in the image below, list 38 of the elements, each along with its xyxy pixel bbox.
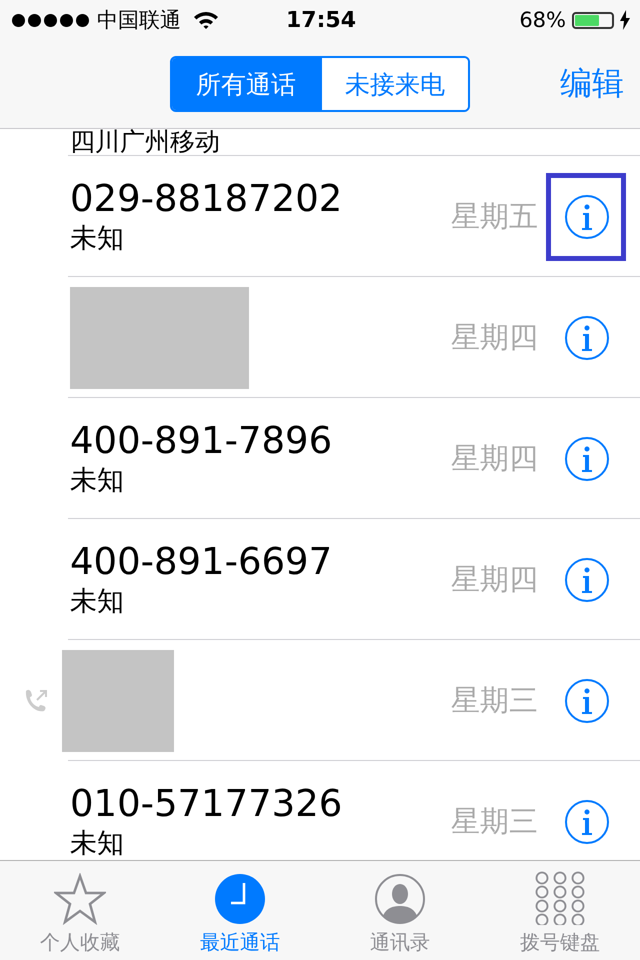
info-icon[interactable] [564, 678, 610, 724]
call-day: 星期三 [451, 680, 538, 720]
edit-button[interactable]: 编辑 [560, 62, 624, 106]
star-icon [54, 873, 106, 925]
person-icon [374, 873, 426, 925]
battery-icon [572, 12, 614, 28]
caller-location: 未知 [70, 584, 125, 618]
tab-bar-item[interactable]: 最近通话 [160, 861, 320, 960]
call-day: 星期四 [451, 438, 538, 478]
signal-icon [12, 14, 89, 26]
caller-location: 未知 [70, 464, 125, 498]
phone-number: 010-57177326 [70, 782, 344, 826]
phone-number: 400-891-7896 [70, 418, 334, 462]
call-day: 星期四 [451, 560, 538, 600]
keypad-icon [534, 871, 586, 925]
info-icon[interactable] [564, 556, 610, 602]
tab-bar-item[interactable]: 拨号键盘 [480, 861, 640, 960]
caller-location: 四川广州移动 [70, 129, 221, 155]
info-icon[interactable] [564, 436, 610, 482]
tab-bar-item[interactable]: 通讯录 [320, 861, 480, 960]
call-day: 星期三 [451, 802, 538, 842]
segment-tab[interactable]: 未接来电 [320, 58, 468, 110]
caller-location: 未知 [70, 222, 125, 256]
wifi-icon [193, 10, 219, 30]
battery-percent: 68% [519, 8, 566, 32]
tab-bar-item[interactable]: 个人收藏 [0, 861, 160, 960]
clock-icon [214, 873, 266, 925]
call-day: 星期五 [451, 196, 538, 236]
phone-number: 029-88187202 [70, 176, 344, 220]
phone-number: 400-891-6697 [70, 540, 334, 584]
info-icon[interactable] [564, 194, 610, 240]
info-icon[interactable] [564, 314, 610, 360]
clock-time: 17:54 [286, 8, 356, 32]
caller-location: 未知 [70, 826, 125, 860]
carrier-name: 中国联通 [97, 7, 181, 34]
segment-tab[interactable]: 所有通话 [172, 58, 320, 110]
call-day: 星期四 [451, 318, 538, 358]
info-icon[interactable] [564, 798, 610, 844]
